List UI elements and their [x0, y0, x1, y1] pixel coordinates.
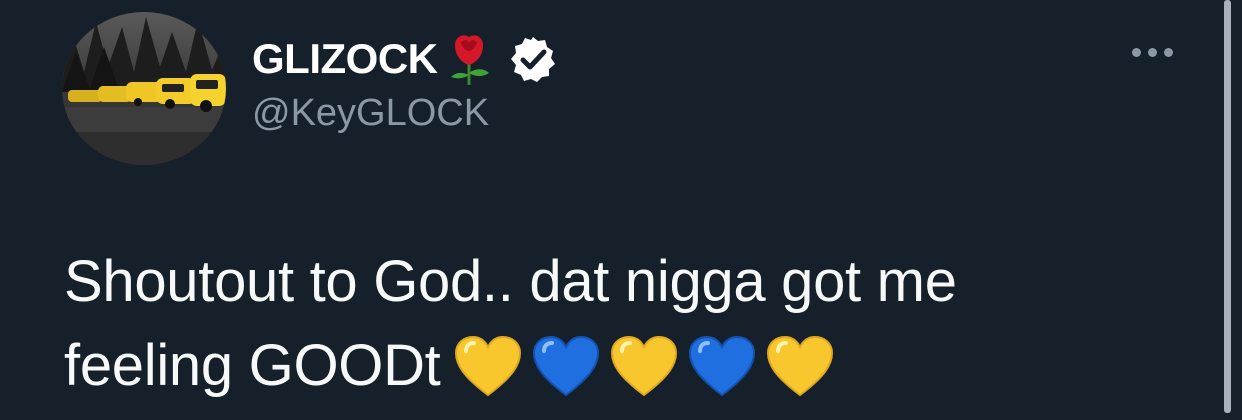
yellow-heart-icon [610, 335, 678, 397]
scrollbar[interactable] [1224, 0, 1231, 413]
name-row: GLIZOCK [252, 33, 557, 85]
blue-heart-icon [688, 335, 756, 397]
yellow-heart-icon [454, 335, 522, 397]
tweet-card: GLIZOCK @KeyGLOCK Shoutout to God.. dat … [0, 0, 1242, 413]
avatar-image [62, 12, 226, 165]
tweet-text-line-2-wrap: feeling GOODt [64, 324, 1184, 408]
tweet-header: GLIZOCK @KeyGLOCK [252, 34, 557, 136]
tweet-text: Shoutout to God.. dat nigga got me feeli… [64, 240, 1184, 408]
yellow-heart-icon [766, 335, 834, 397]
user-handle[interactable]: @KeyGLOCK [252, 90, 557, 136]
verified-badge-icon [509, 35, 557, 83]
display-name[interactable]: GLIZOCK [252, 34, 438, 84]
heart-emojis [454, 335, 844, 397]
tweet-text-line-1: Shoutout to God.. dat nigga got me [64, 249, 957, 314]
tweet-text-line-2: feeling GOODt [64, 333, 441, 398]
rose-icon [441, 33, 497, 85]
avatar[interactable] [62, 12, 226, 165]
more-options-icon[interactable] [1128, 40, 1178, 64]
blue-heart-icon [532, 335, 600, 397]
